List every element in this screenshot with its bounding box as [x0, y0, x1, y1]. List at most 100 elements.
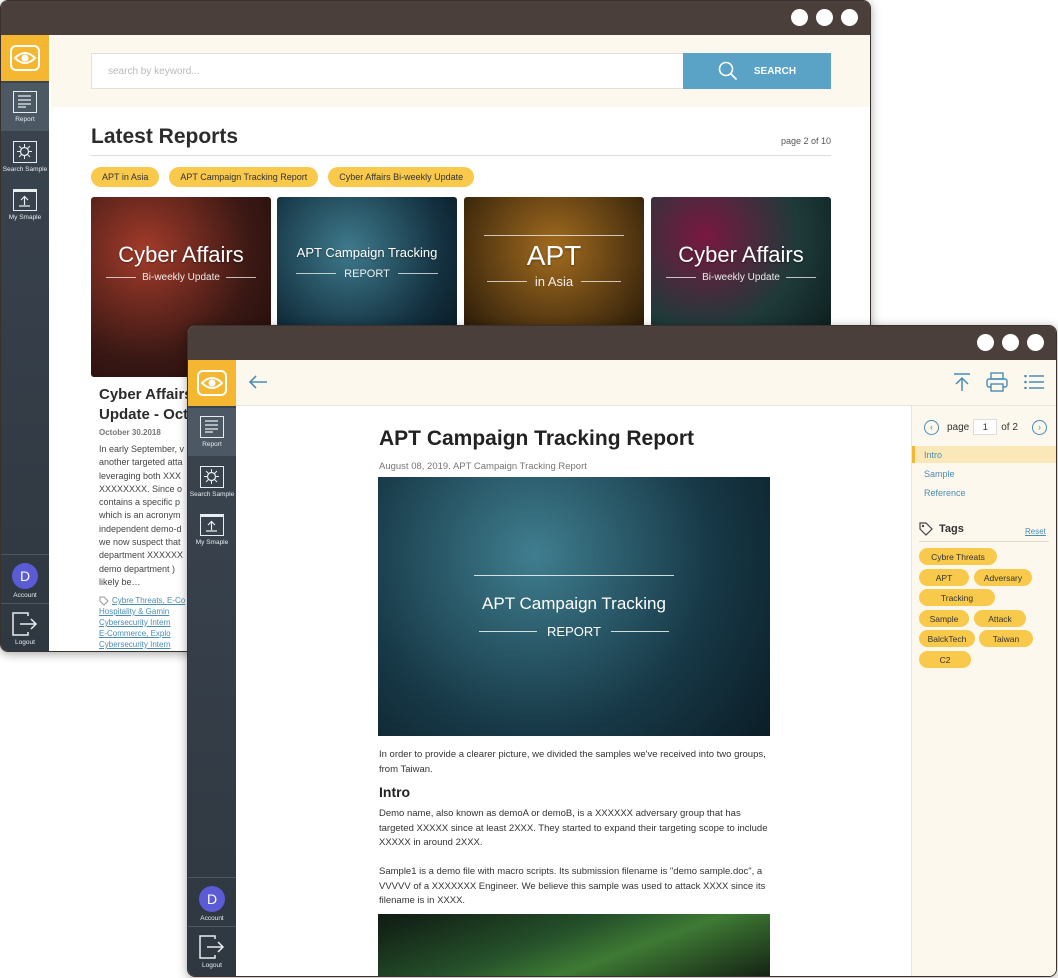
tag-chip[interactable]: Attack [974, 610, 1026, 627]
card-subtitle: REPORT [344, 267, 390, 280]
report-icon [200, 416, 224, 438]
app-logo[interactable] [1, 35, 49, 81]
toc-item-reference[interactable]: Reference [912, 484, 1056, 501]
report-card[interactable]: APT Campaign Tracking REPORT [277, 197, 457, 327]
cover-subtitle: REPORT [547, 623, 601, 639]
search-bar: search by keyword... SEARCH [51, 35, 870, 107]
sidebar-item-my-sample[interactable]: My Smaple [1, 181, 49, 229]
sidebar-item-report[interactable]: Report [188, 408, 236, 456]
excerpt-line: XXXXXXXX. Since o [99, 483, 183, 494]
sidebar-item-label: Search Sample [189, 491, 235, 498]
filter-chips: APT in Asia APT Campaign Tracking Report… [91, 167, 475, 187]
search-button[interactable]: SEARCH [683, 53, 831, 89]
sidebar-item-label: My Smaple [8, 214, 42, 221]
toc-item-sample[interactable]: Sample [912, 465, 1056, 482]
back-arrow-icon[interactable] [248, 374, 268, 390]
folder-upload-icon [13, 189, 37, 211]
filter-chip[interactable]: APT in Asia [91, 167, 160, 187]
tag-chip[interactable]: BalckTech [919, 630, 975, 647]
window-control-button[interactable] [791, 9, 808, 26]
paragraph: In order to provide a clearer picture, w… [379, 749, 766, 775]
article-tags: Cybre Threats, E-Co Hospitality & Gamin … [99, 595, 199, 650]
tag-chip[interactable]: Sample [919, 610, 969, 627]
search-icon [718, 61, 738, 81]
tag-icon [919, 522, 933, 536]
sidebar-item-logout[interactable]: Logout [1, 605, 49, 651]
window-control-button[interactable] [1027, 334, 1044, 351]
divider [919, 541, 1049, 542]
tag-chip[interactable]: Tracking [919, 589, 995, 606]
sidebar-item-account[interactable]: D Account [188, 880, 236, 928]
tag-chip[interactable]: Adversary [974, 569, 1032, 586]
article-title-line: Update - Oct. [99, 406, 193, 423]
logout-icon [199, 935, 225, 959]
excerpt-line: which is an acronym [99, 510, 181, 521]
tags-heading: Tags [919, 522, 964, 536]
report-icon [13, 91, 37, 113]
sidebar-item-label: Logout [202, 962, 222, 969]
tags-heading-label: Tags [939, 523, 964, 535]
filter-chip[interactable]: APT Campaign Tracking Report [169, 167, 319, 187]
virus-icon [200, 466, 224, 488]
reset-link[interactable]: Reset [1025, 527, 1046, 536]
tag-link[interactable]: E-Commerce, Explo [99, 628, 199, 639]
divider [188, 877, 236, 878]
sidebar-item-search-sample[interactable]: Search Sample [1, 133, 49, 181]
tag-link[interactable]: Cybersecurity Intern [99, 617, 199, 628]
list-icon[interactable] [1024, 375, 1044, 389]
scroll-to-top-icon[interactable] [952, 372, 972, 392]
fern-image [378, 914, 770, 976]
card-title: APT [526, 240, 582, 271]
tag-chip[interactable]: C2 [919, 651, 971, 668]
folder-upload-icon [200, 514, 224, 536]
toolbar [236, 360, 1056, 406]
article-title-line: Cyber Affairs [99, 386, 193, 403]
app-logo[interactable] [188, 360, 236, 406]
report-cover-image: APT Campaign Tracking REPORT [378, 477, 770, 736]
tag-chip[interactable]: Taiwan [979, 630, 1033, 647]
tag-chip[interactable]: APT [919, 569, 969, 586]
divider [91, 155, 831, 156]
right-panel: ‹ page 1 of 2 › Intro Sample Reference T… [911, 406, 1056, 976]
print-icon[interactable] [986, 372, 1008, 392]
next-page-button[interactable]: › [1031, 419, 1047, 435]
sidebar-item-label: Logout [15, 639, 35, 646]
article-date: October 30.2018 [99, 428, 161, 437]
sidebar-item-account[interactable]: D Account [1, 557, 49, 605]
tag-link[interactable]: Cybersecurity Intern [99, 639, 199, 650]
window-control-button[interactable] [1002, 334, 1019, 351]
excerpt-line: department XXXXXX [99, 550, 184, 561]
filter-chip[interactable]: Cyber Affairs Bi-weekly Update [328, 167, 475, 187]
article-title[interactable]: Cyber Affairs Update - Oct. [99, 385, 193, 425]
page-number-input[interactable]: 1 [973, 419, 998, 435]
sidebar-item-logout[interactable]: Logout [188, 928, 236, 976]
report-card[interactable]: Cyber Affairs Bi-weekly Update [651, 197, 831, 327]
tag-link[interactable]: Hospitality & Gamin [99, 606, 199, 617]
sidebar-item-label: Report [15, 116, 35, 123]
report-card[interactable]: APT in Asia [464, 197, 644, 327]
window-control-button[interactable] [977, 334, 994, 351]
window-control-button[interactable] [841, 9, 858, 26]
tag-link[interactable]: Cybre Threats, E-Co [112, 595, 185, 606]
window-titlebar [188, 326, 1056, 360]
sidebar-item-my-sample[interactable]: My Smaple [188, 506, 236, 554]
card-subtitle: in Asia [534, 274, 574, 289]
toc-item-intro[interactable]: Intro [912, 446, 1056, 463]
avatar: D [199, 886, 225, 912]
sidebar-item-label: My Smaple [195, 539, 229, 546]
tag-chip[interactable]: Cybre Threats [919, 548, 997, 565]
excerpt-line: likely be… [99, 576, 141, 587]
sidebar-item-label: Account [200, 915, 224, 922]
paragraph: Demo name, also known as demoA or demoB,… [379, 808, 768, 848]
excerpt-line: leveraging both XXX [99, 470, 182, 481]
sidebar-item-report[interactable]: Report [1, 83, 49, 131]
search-input[interactable]: search by keyword... [91, 53, 683, 89]
sidebar-item-search-sample[interactable]: Search Sample [188, 458, 236, 506]
prev-page-button[interactable]: ‹ [924, 419, 939, 435]
card-title: APT Campaign Tracking [296, 244, 438, 260]
sidebar-item-label: Report [202, 441, 222, 448]
page-total: of 2 [1001, 421, 1018, 433]
window-control-button[interactable] [816, 9, 833, 26]
window-titlebar [1, 1, 870, 35]
search-button-label: SEARCH [753, 65, 797, 77]
